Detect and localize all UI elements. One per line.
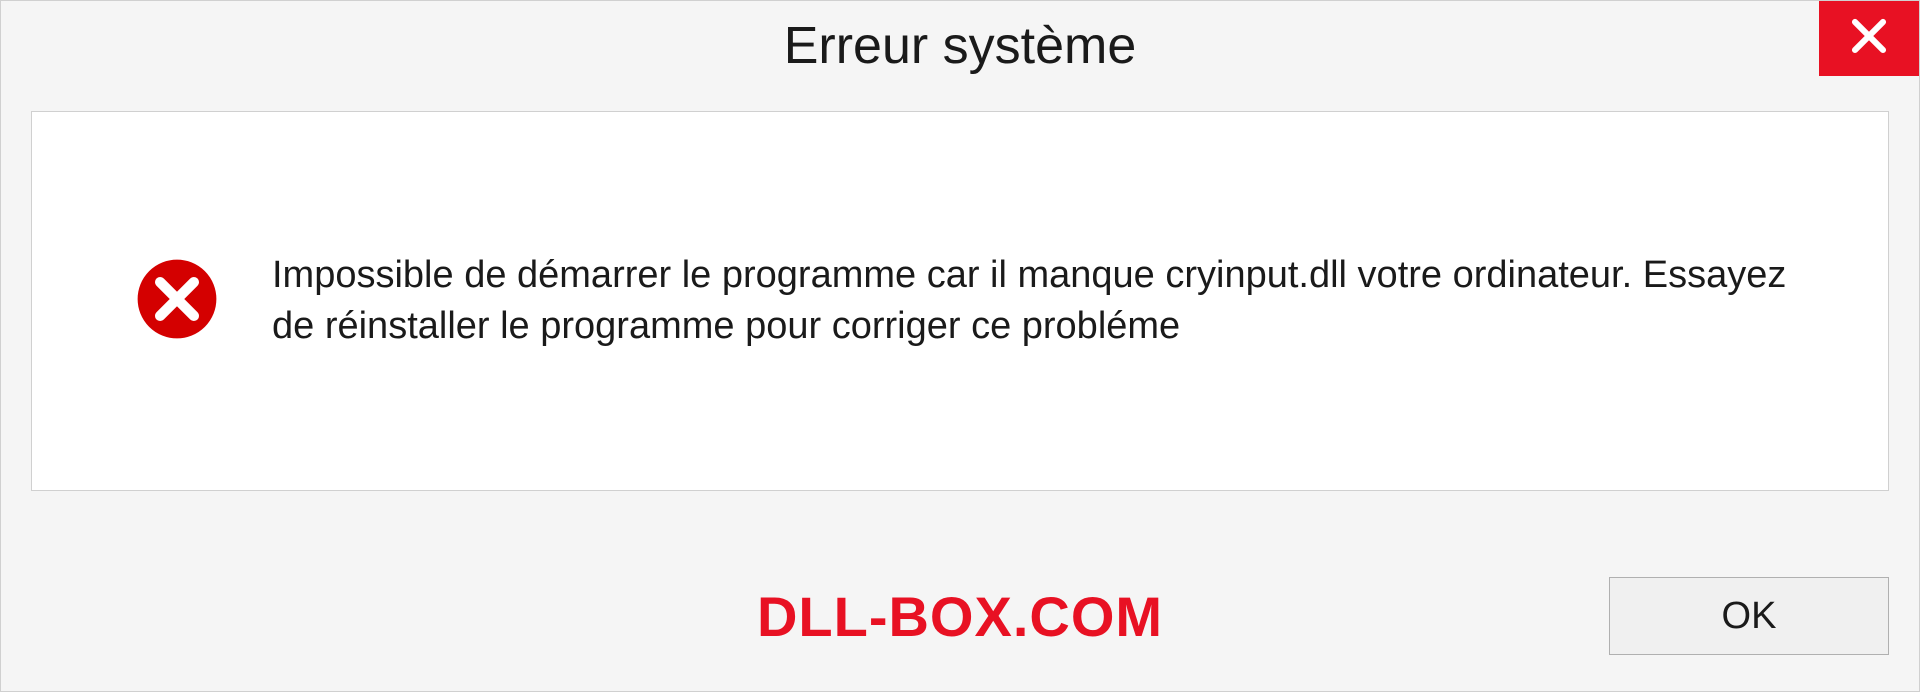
error-message: Impossible de démarrer le programme car … (272, 250, 1828, 353)
error-dialog: Erreur système Impossible de démarrer le… (0, 0, 1920, 692)
error-icon (132, 254, 222, 349)
titlebar: Erreur système (1, 1, 1919, 91)
footer: DLL-BOX.COM OK (31, 571, 1889, 661)
watermark-text: DLL-BOX.COM (757, 584, 1163, 649)
content-panel: Impossible de démarrer le programme car … (31, 111, 1889, 491)
ok-button-label: OK (1722, 595, 1777, 638)
ok-button[interactable]: OK (1609, 577, 1889, 655)
close-icon (1848, 15, 1890, 62)
close-button[interactable] (1819, 1, 1919, 76)
dialog-title: Erreur système (784, 16, 1137, 76)
